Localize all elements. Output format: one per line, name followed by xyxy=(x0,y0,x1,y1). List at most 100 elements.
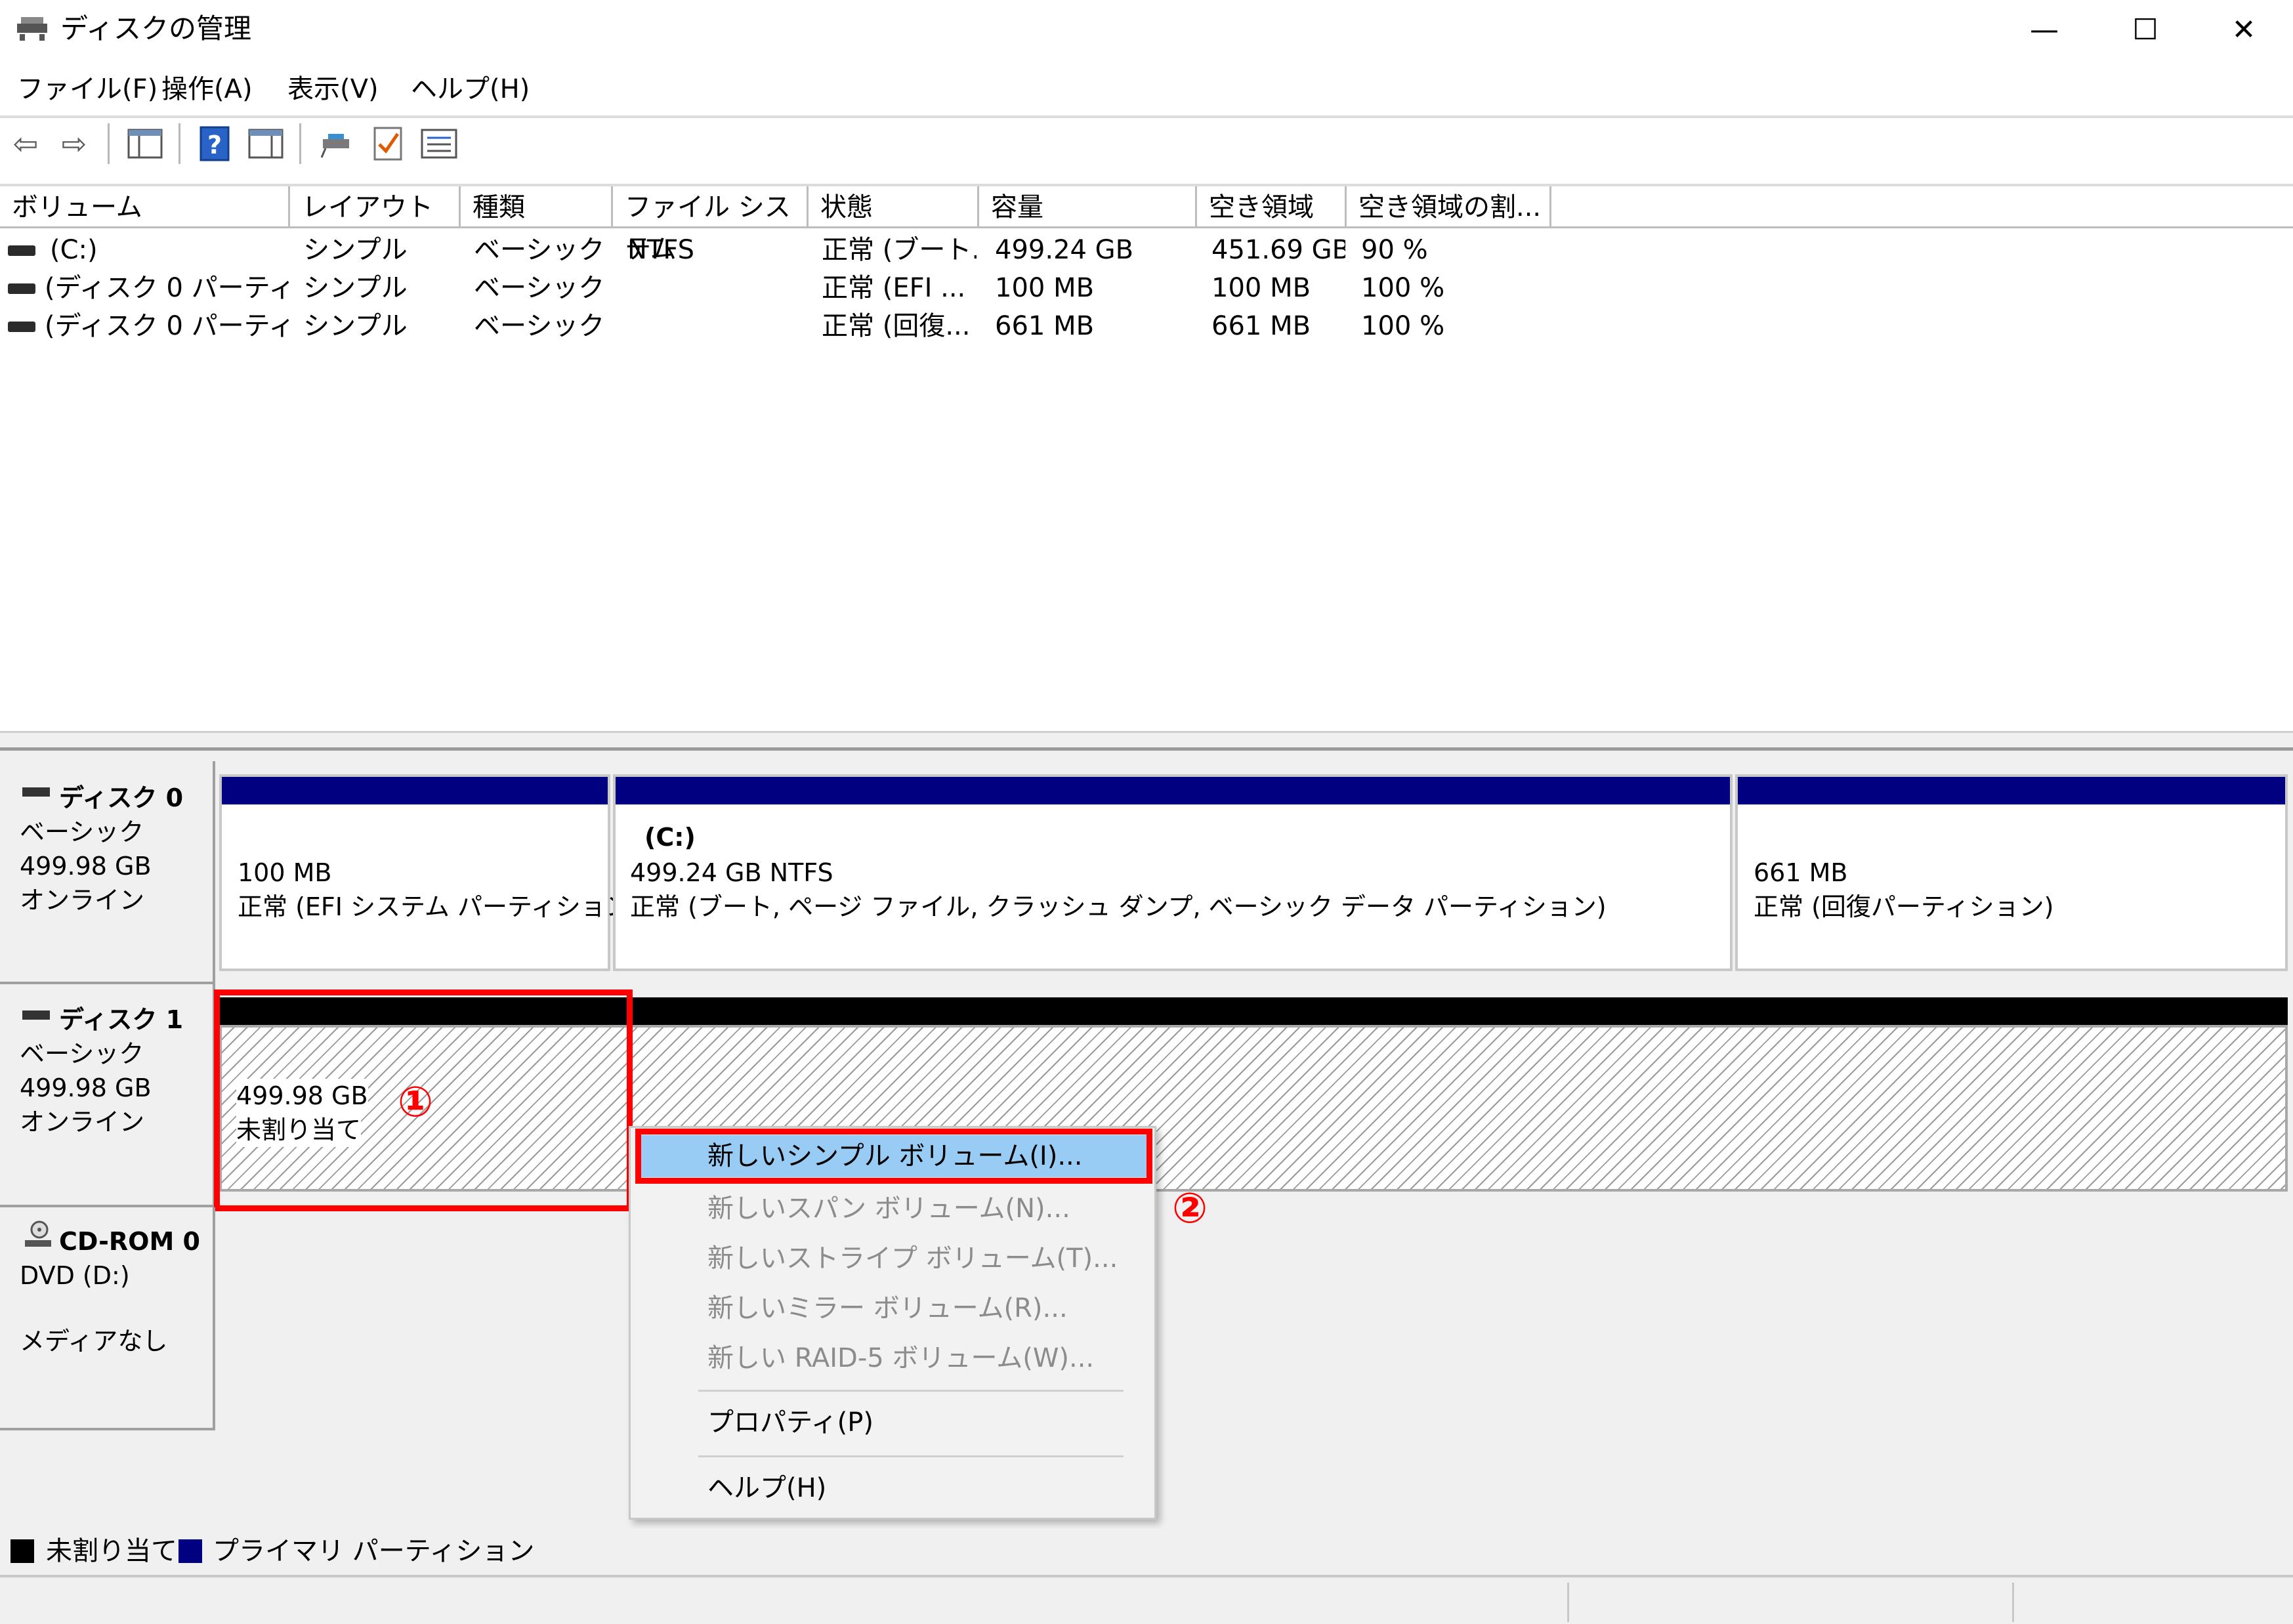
partition-status: 正常 (ブート, ページ ファイル, クラッシュ ダンプ, ベーシック データ … xyxy=(630,892,1607,921)
disk-icon xyxy=(22,1010,50,1020)
disk0-label[interactable]: ディスク 0 ベーシック 499.98 GB オンライン xyxy=(0,761,215,984)
cell-layout: シンプル xyxy=(303,311,408,341)
menu-help[interactable]: ヘルプ(H) xyxy=(411,71,530,108)
list-icon[interactable] xyxy=(420,125,458,163)
legend-swatch-unallocated xyxy=(11,1539,34,1563)
partition-c[interactable]: (C:) 499.24 GB NTFS 正常 (ブート, ページ ファイル, ク… xyxy=(613,774,1733,971)
menu-separator xyxy=(698,1455,1124,1457)
disk1-name: ディスク 1 xyxy=(59,1005,184,1034)
column-header-filler xyxy=(1551,186,2293,228)
cell-volume: (C:) xyxy=(50,235,98,265)
table-row[interactable]: (ディスク 0 パーティシ... シンプル ベーシック 正常 (EFI ... … xyxy=(0,269,2293,307)
legend-swatch-primary xyxy=(179,1539,202,1563)
legend-label-primary: プライマリ パーティション xyxy=(213,1536,535,1566)
column-header-free-space[interactable]: 空き領域 xyxy=(1197,186,1347,228)
cdrom0-label[interactable]: CD-ROM 0 DVD (D:) メディアなし xyxy=(0,1207,215,1430)
cell-volume: (ディスク 0 パーティシ... xyxy=(45,311,289,341)
annotation-box-2 xyxy=(635,1129,1152,1184)
disk1-status: オンライン xyxy=(20,1108,145,1136)
menu-new-striped-volume[interactable]: 新しいストライプ ボリューム(T)... xyxy=(707,1240,1118,1277)
disk0-name: ディスク 0 xyxy=(59,783,184,812)
cell-capacity: 499.24 GB xyxy=(995,235,1134,265)
close-button[interactable]: ✕ xyxy=(2195,0,2293,59)
column-header-capacity[interactable]: 容量 xyxy=(979,186,1197,228)
cell-type: ベーシック xyxy=(474,311,605,341)
partition-recovery[interactable]: 661 MB 正常 (回復パーティション) xyxy=(1735,774,2288,971)
status-bar-separator xyxy=(1567,1583,1569,1622)
minimize-button[interactable]: — xyxy=(1995,0,2093,59)
cell-percent-free: 100 % xyxy=(1361,311,1445,341)
disk0-type: ベーシック xyxy=(20,818,144,846)
cell-status: 正常 (回復... xyxy=(822,311,971,341)
status-bar-separator xyxy=(2012,1583,2014,1622)
menu-new-raid5-volume[interactable]: 新しい RAID-5 ボリューム(W)... xyxy=(707,1340,1094,1377)
window-title: ディスクの管理 xyxy=(60,12,252,45)
menu-new-mirrored-volume[interactable]: 新しいミラー ボリューム(R)... xyxy=(707,1290,1068,1327)
cdrom0-name: CD-ROM 0 xyxy=(59,1227,200,1256)
cell-layout: シンプル xyxy=(303,273,408,303)
menu-action[interactable]: 操作(A) xyxy=(161,71,253,108)
cell-status: 正常 (EFI ... xyxy=(822,273,966,303)
table-row[interactable]: (ディスク 0 パーティシ... シンプル ベーシック 正常 (回復... 66… xyxy=(0,307,2293,345)
check-icon[interactable] xyxy=(369,125,407,163)
annotation-step-1: ① xyxy=(398,1078,434,1127)
status-bar xyxy=(0,1575,2293,1624)
disk0-size: 499.98 GB xyxy=(20,852,152,881)
column-header-layout[interactable]: レイアウト xyxy=(290,186,461,228)
cell-free-space: 451.69 GB xyxy=(1211,235,1345,265)
partition-header-bar xyxy=(1738,777,2285,804)
partition-size: 499.24 GB NTFS xyxy=(630,858,833,887)
maximize-button[interactable]: ☐ xyxy=(2096,0,2195,59)
maximize-icon: ☐ xyxy=(2132,12,2158,47)
toolbar-separator xyxy=(108,123,110,164)
properties-icon[interactable] xyxy=(247,125,285,163)
volume-icon xyxy=(8,283,35,294)
back-arrow-icon[interactable]: ⇦ xyxy=(7,125,45,163)
disk-management-app-icon xyxy=(16,14,49,43)
disk0-status: オンライン xyxy=(20,886,145,915)
menu-file[interactable]: ファイル(F) xyxy=(17,71,158,108)
cell-type: ベーシック xyxy=(474,273,605,303)
column-header-type[interactable]: 種類 xyxy=(461,186,613,228)
partition-efi[interactable]: 100 MB 正常 (EFI システム パーティション) xyxy=(219,774,641,971)
partition-header-bar xyxy=(616,777,1730,804)
cell-status: 正常 (ブート... xyxy=(822,235,977,265)
partition-status: 正常 (EFI システム パーティション) xyxy=(238,892,641,921)
volume-icon xyxy=(8,322,35,332)
minimize-icon: — xyxy=(2030,12,2059,47)
cell-capacity: 661 MB xyxy=(995,311,1095,341)
disk1-label[interactable]: ディスク 1 ベーシック 499.98 GB オンライン xyxy=(0,984,215,1207)
connect-icon[interactable] xyxy=(318,125,356,163)
legend-label-unallocated: 未割り当て xyxy=(46,1536,177,1566)
partition-title: (C:) xyxy=(644,823,696,852)
menu-properties[interactable]: プロパティ(P) xyxy=(707,1404,873,1441)
console-tree-icon[interactable] xyxy=(126,125,164,163)
menu-new-spanned-volume[interactable]: 新しいスパン ボリューム(N)... xyxy=(707,1190,1070,1227)
menu-separator xyxy=(698,1390,1124,1392)
partition-header-bar xyxy=(222,777,608,804)
cell-layout: シンプル xyxy=(303,235,408,265)
menu-help[interactable]: ヘルプ(H) xyxy=(707,1470,826,1507)
column-header-status[interactable]: 状態 xyxy=(809,186,979,228)
partition-status: 正常 (回復パーティション) xyxy=(1754,892,2054,921)
legend-bar: 未割り当て プライマリ パーティション xyxy=(0,1529,2293,1575)
help-icon[interactable]: ? xyxy=(196,125,234,163)
toolbar-separator xyxy=(179,123,180,164)
forward-arrow-icon[interactable]: ⇨ xyxy=(55,125,93,163)
cell-capacity: 100 MB xyxy=(995,273,1095,303)
partition-size: 661 MB xyxy=(1754,858,1848,887)
column-header-filesystem[interactable]: ファイル システム xyxy=(613,186,809,264)
cell-free-space: 100 MB xyxy=(1211,273,1311,303)
column-header-percent-free[interactable]: 空き領域の割... xyxy=(1347,186,1551,228)
pane-splitter[interactable] xyxy=(0,731,2293,751)
close-icon: ✕ xyxy=(2231,12,2256,47)
annotation-step-2: ② xyxy=(1172,1184,1208,1233)
disk-icon xyxy=(22,787,50,797)
table-row[interactable]: (C:) シンプル ベーシック NTFS 正常 (ブート... 499.24 G… xyxy=(0,231,2293,269)
title-bar: ディスクの管理 — ☐ ✕ xyxy=(0,0,2293,59)
column-header-volume[interactable]: ボリューム xyxy=(0,186,290,228)
disk1-type: ベーシック xyxy=(20,1039,144,1068)
menu-view[interactable]: 表示(V) xyxy=(287,71,379,108)
cdrom-icon xyxy=(22,1220,54,1249)
cell-percent-free: 90 % xyxy=(1361,235,1428,265)
